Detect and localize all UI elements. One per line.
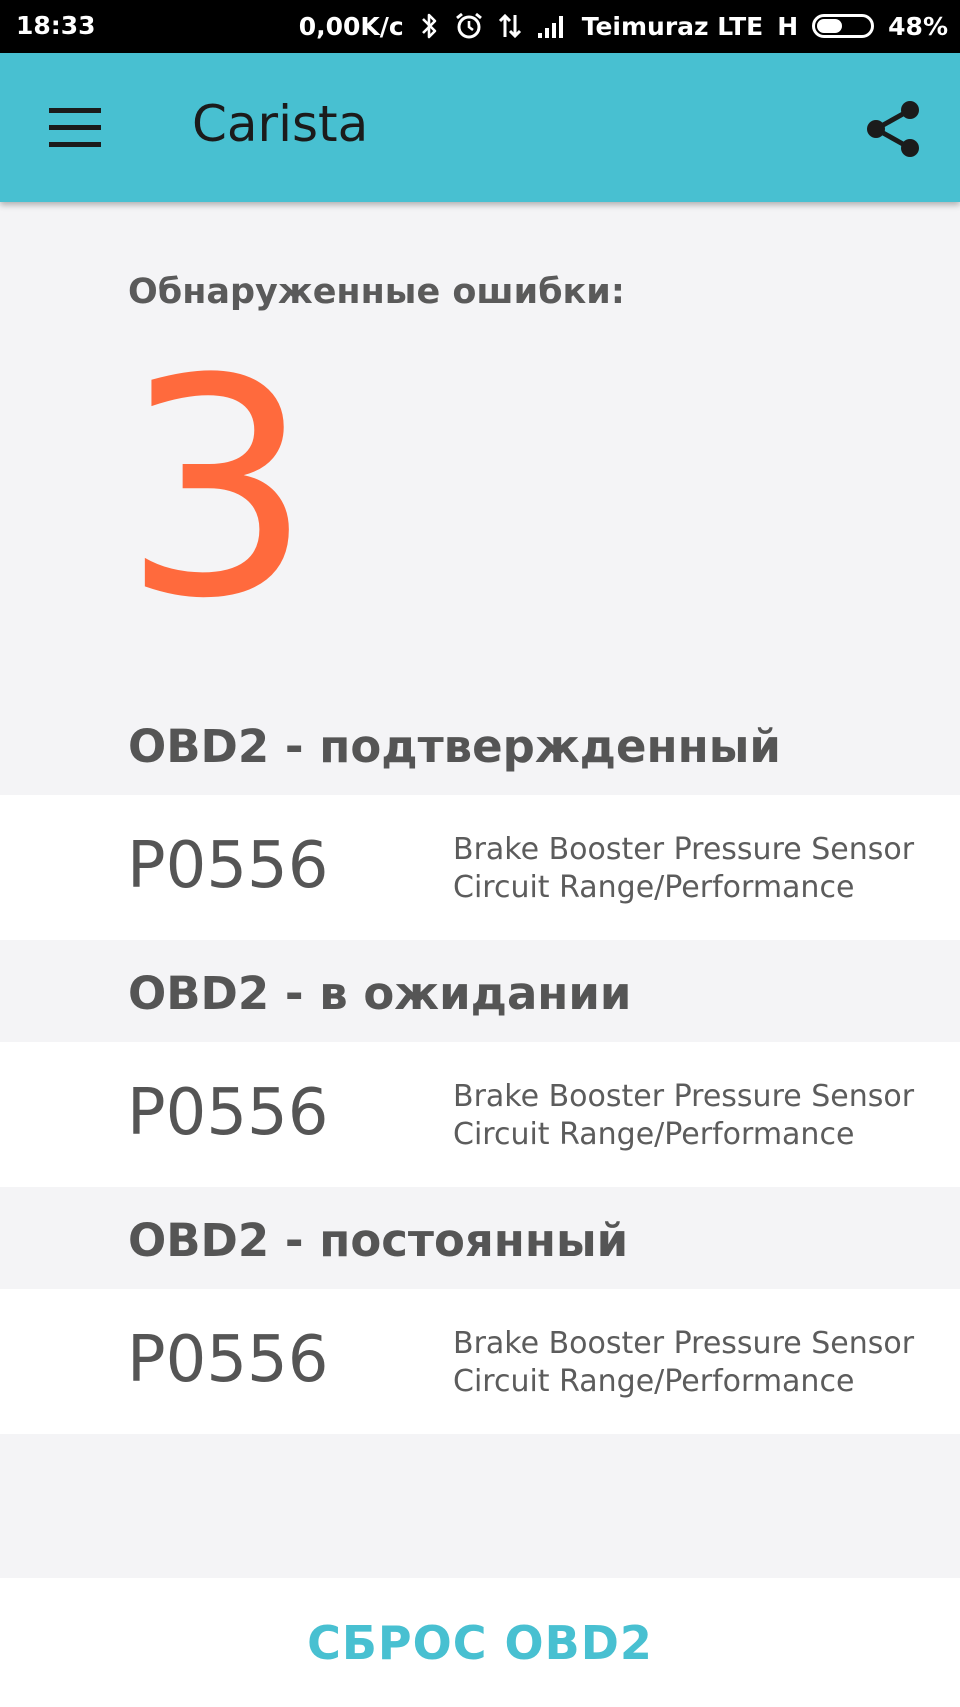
carrier-name: Teimuraz LTE bbox=[581, 11, 764, 41]
dtc-description: Brake Booster Pressure Sensor Circuit Ra… bbox=[453, 1078, 933, 1154]
detected-errors-label: Обнаруженные ошибки: bbox=[128, 272, 625, 312]
status-bar: 18:33 0,00K/c Teimuraz LTE H 48% bbox=[0, 0, 960, 53]
battery-icon bbox=[812, 14, 875, 38]
alarm-icon bbox=[454, 11, 484, 41]
network-speed: 0,00K/c bbox=[298, 11, 404, 41]
app-bar: Carista bbox=[0, 53, 960, 202]
dtc-row[interactable]: P0556 Brake Booster Pressure Sensor Circ… bbox=[0, 1042, 960, 1187]
status-indicators: 0,00K/c Teimuraz LTE H 48% bbox=[299, 11, 948, 41]
app-title: Carista bbox=[192, 95, 369, 153]
signal-icon bbox=[536, 13, 568, 39]
dtc-code: P0556 bbox=[127, 1323, 329, 1397]
dtc-description-line: Brake Booster Pressure Sensor bbox=[453, 832, 915, 867]
dtc-description: Brake Booster Pressure Sensor Circuit Ra… bbox=[453, 1325, 933, 1401]
share-icon[interactable] bbox=[862, 97, 926, 161]
menu-icon[interactable] bbox=[36, 91, 114, 163]
dtc-row[interactable]: P0556 Brake Booster Pressure Sensor Circ… bbox=[0, 795, 960, 940]
data-transfer-icon bbox=[498, 12, 522, 40]
dtc-row[interactable]: P0556 Brake Booster Pressure Sensor Circ… bbox=[0, 1289, 960, 1434]
dtc-description-line: Circuit Range/Performance bbox=[453, 1364, 855, 1399]
status-time: 18:33 bbox=[16, 11, 96, 40]
section-header-pending: OBD2 - в ожидании bbox=[128, 967, 632, 1020]
footer-bar: СБРОС OBD2 bbox=[0, 1578, 960, 1707]
dtc-description-line: Circuit Range/Performance bbox=[453, 870, 855, 905]
network-type: H bbox=[777, 11, 799, 41]
dtc-description-line: Circuit Range/Performance bbox=[453, 1117, 855, 1152]
dtc-description-line: Brake Booster Pressure Sensor bbox=[453, 1079, 915, 1114]
bluetooth-icon bbox=[418, 12, 440, 40]
dtc-description-line: Brake Booster Pressure Sensor bbox=[453, 1326, 915, 1361]
dtc-code: P0556 bbox=[127, 1076, 329, 1150]
dtc-description: Brake Booster Pressure Sensor Circuit Ra… bbox=[453, 831, 933, 907]
reset-obd2-button[interactable]: СБРОС OBD2 bbox=[307, 1616, 653, 1670]
dtc-code: P0556 bbox=[127, 829, 329, 903]
section-header-confirmed: OBD2 - подтвержденный bbox=[128, 720, 781, 773]
battery-percent: 48% bbox=[888, 11, 948, 41]
screen: 18:33 0,00K/c Teimuraz LTE H 48% Carista… bbox=[0, 0, 960, 1707]
error-count: 3 bbox=[122, 315, 313, 664]
section-header-permanent: OBD2 - постоянный bbox=[128, 1214, 629, 1267]
